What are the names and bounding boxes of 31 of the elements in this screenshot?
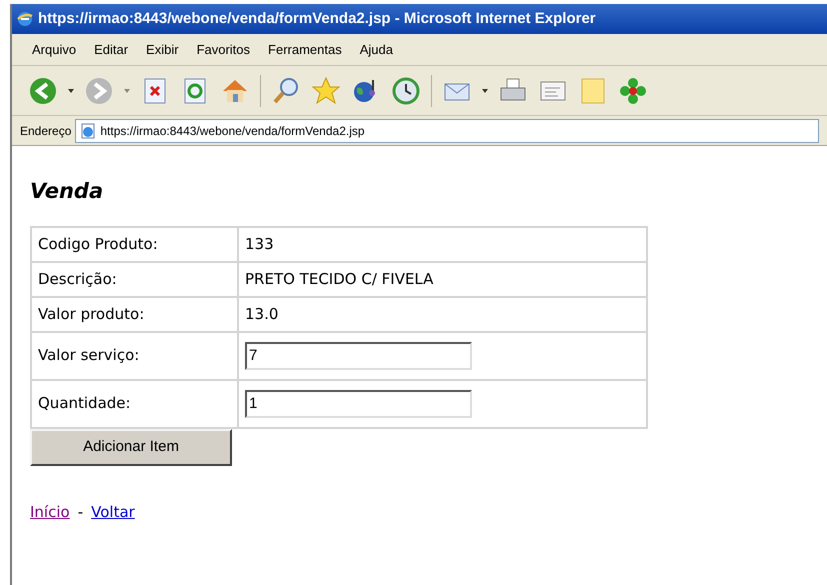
window-title: https://irmao:8443/webone/venda/formVenda2.jsp - Microsoft Internet Explorer: [38, 8, 596, 29]
flower-icon[interactable]: [618, 76, 648, 106]
menu-item[interactable]: Favoritos: [188, 40, 258, 60]
clock-icon[interactable]: [391, 76, 421, 106]
nav-link[interactable]: Voltar: [91, 500, 135, 523]
field-value: PRETO TECIDO C/ FIVELA: [245, 270, 434, 288]
address-label: Endereço: [20, 122, 72, 140]
menu-item[interactable]: Ajuda: [352, 40, 401, 60]
link-separator: -: [78, 502, 84, 522]
menu-item[interactable]: Exibir: [138, 40, 187, 60]
star-icon[interactable]: [311, 76, 341, 106]
field-value: 133: [245, 234, 274, 253]
menu-item[interactable]: Editar: [86, 40, 136, 60]
page-icon: [80, 122, 96, 138]
page-heading: Venda: [30, 178, 104, 205]
field-value: 13.0: [245, 304, 278, 323]
input-field[interactable]: 7: [245, 342, 472, 370]
menu-item[interactable]: Arquivo: [24, 40, 84, 60]
field-label: Valor serviço:: [31, 332, 238, 380]
field-label: Codigo Produto:: [31, 226, 238, 262]
browser-icon: [16, 10, 34, 28]
input-field[interactable]: 1: [245, 390, 472, 418]
caret-icon[interactable]: [68, 88, 74, 92]
add-item-button[interactable]: Adicionar Item: [30, 428, 232, 466]
field-label: Valor produto:: [31, 296, 238, 332]
caret-icon[interactable]: [482, 88, 488, 92]
field-label: Descrição:: [31, 262, 238, 296]
nav-link[interactable]: Início: [30, 500, 70, 523]
menu-item[interactable]: Ferramentas: [260, 40, 350, 60]
address-field[interactable]: https://irmao:8443/webone/venda/formVenda2.jsp: [75, 118, 819, 142]
search-icon[interactable]: [271, 76, 301, 106]
